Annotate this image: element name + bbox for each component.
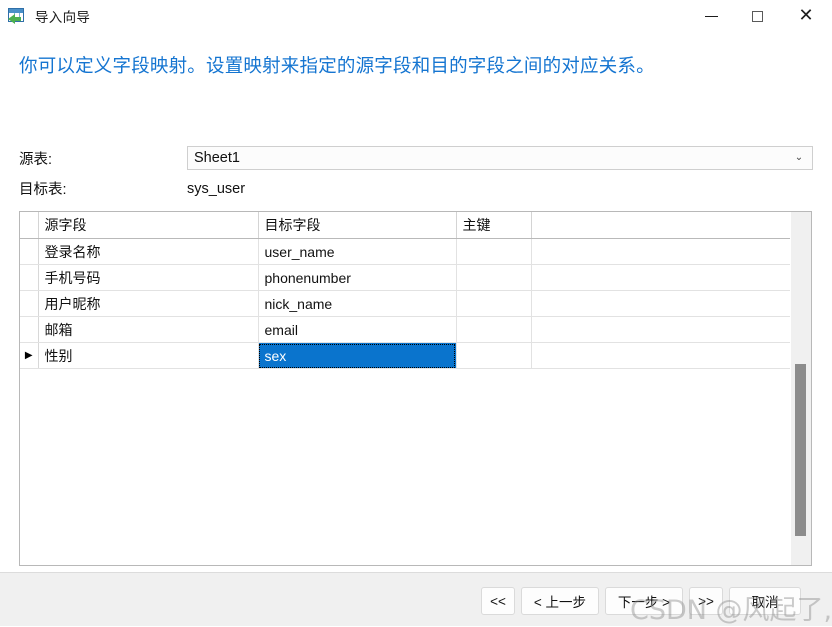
title-bar: 导入向导 ✕ bbox=[0, 0, 832, 32]
close-button[interactable]: ✕ bbox=[780, 0, 832, 32]
table-row[interactable]: 邮箱 email bbox=[20, 316, 790, 343]
source-table-value: Sheet1 bbox=[194, 150, 240, 166]
table-row-selected[interactable]: ▶ 性别 sex bbox=[20, 342, 790, 369]
import-wizard-icon bbox=[7, 7, 27, 25]
cell-source-field[interactable]: 登录名称 bbox=[38, 238, 259, 265]
last-button[interactable]: >> bbox=[689, 587, 723, 615]
wizard-button-row: << < 上一步 下一步 > >> 取消 bbox=[475, 587, 801, 615]
minimize-button[interactable] bbox=[688, 0, 734, 32]
cell-target-field-selected[interactable]: sex bbox=[258, 342, 457, 369]
target-table-row: 目标表: sys_user bbox=[19, 178, 245, 199]
first-button[interactable]: << bbox=[481, 587, 515, 615]
row-indicator bbox=[20, 264, 39, 291]
cell-source-field[interactable]: 邮箱 bbox=[38, 316, 259, 343]
cell-primary-key[interactable] bbox=[456, 316, 532, 343]
close-icon: ✕ bbox=[798, 5, 814, 26]
maximize-icon bbox=[751, 10, 763, 22]
column-header-target-field[interactable]: 目标字段 bbox=[258, 212, 457, 239]
footer-bar: << < 上一步 下一步 > >> 取消 bbox=[0, 572, 832, 626]
next-button[interactable]: 下一步 > bbox=[605, 587, 683, 615]
source-table-label: 源表: bbox=[19, 151, 53, 168]
mapping-table: 源字段 目标字段 主键 登录名称 user_name 手机号码 phonenum… bbox=[20, 212, 790, 369]
cell-primary-key[interactable] bbox=[456, 342, 532, 369]
source-table-row: 源表: Sheet1 ⌄ bbox=[19, 146, 813, 170]
table-row[interactable]: 用户昵称 nick_name bbox=[20, 290, 790, 317]
cell-primary-key[interactable] bbox=[456, 238, 532, 265]
cell-target-field[interactable]: nick_name bbox=[258, 290, 457, 317]
minimize-icon bbox=[704, 15, 718, 17]
table-row[interactable]: 登录名称 user_name bbox=[20, 238, 790, 265]
field-mapping-grid[interactable]: 源字段 目标字段 主键 登录名称 user_name 手机号码 phonenum… bbox=[19, 211, 812, 566]
maximize-button[interactable] bbox=[734, 0, 780, 32]
table-header-row: 源字段 目标字段 主键 bbox=[20, 212, 790, 239]
row-header-gutter bbox=[20, 212, 39, 239]
target-table-value: sys_user bbox=[187, 180, 246, 197]
cell-target-field[interactable]: user_name bbox=[258, 238, 457, 265]
instruction-text: 你可以定义字段映射。设置映射来指定的源字段和目的字段之间的对应关系。 bbox=[19, 55, 655, 76]
column-header-primary-key[interactable]: 主键 bbox=[456, 212, 532, 239]
cell-filler bbox=[531, 290, 790, 317]
cell-filler bbox=[531, 316, 790, 343]
chevron-down-icon[interactable]: ⌄ bbox=[790, 153, 808, 163]
cell-filler bbox=[531, 264, 790, 291]
cancel-button[interactable]: 取消 bbox=[729, 587, 801, 615]
vertical-scrollbar-thumb[interactable] bbox=[795, 364, 806, 536]
mapping-table-body: 登录名称 user_name 手机号码 phonenumber 用户昵称 nic… bbox=[20, 238, 790, 369]
cell-source-field[interactable]: 用户昵称 bbox=[38, 290, 259, 317]
target-table-label: 目标表: bbox=[19, 182, 67, 198]
row-indicator bbox=[20, 290, 39, 317]
cell-source-field[interactable]: 性别 bbox=[38, 342, 259, 369]
cell-source-field[interactable]: 手机号码 bbox=[38, 264, 259, 291]
cell-filler bbox=[531, 342, 790, 369]
window-controls: ✕ bbox=[688, 0, 832, 32]
table-row[interactable]: 手机号码 phonenumber bbox=[20, 264, 790, 291]
cell-primary-key[interactable] bbox=[456, 264, 532, 291]
previous-button[interactable]: < 上一步 bbox=[521, 587, 599, 615]
column-header-source-field[interactable]: 源字段 bbox=[38, 212, 259, 239]
vertical-scrollbar[interactable] bbox=[790, 212, 811, 565]
cell-filler bbox=[531, 238, 790, 265]
row-indicator bbox=[20, 316, 39, 343]
row-indicator: ▶ bbox=[20, 342, 39, 369]
row-indicator bbox=[20, 238, 39, 265]
column-header-filler bbox=[531, 212, 790, 239]
cell-target-field[interactable]: phonenumber bbox=[258, 264, 457, 291]
grid-viewport: 源字段 目标字段 主键 登录名称 user_name 手机号码 phonenum… bbox=[20, 212, 790, 565]
cell-target-field[interactable]: email bbox=[258, 316, 457, 343]
window-title: 导入向导 bbox=[35, 10, 91, 25]
cell-primary-key[interactable] bbox=[456, 290, 532, 317]
source-table-combobox[interactable]: Sheet1 ⌄ bbox=[187, 146, 813, 170]
